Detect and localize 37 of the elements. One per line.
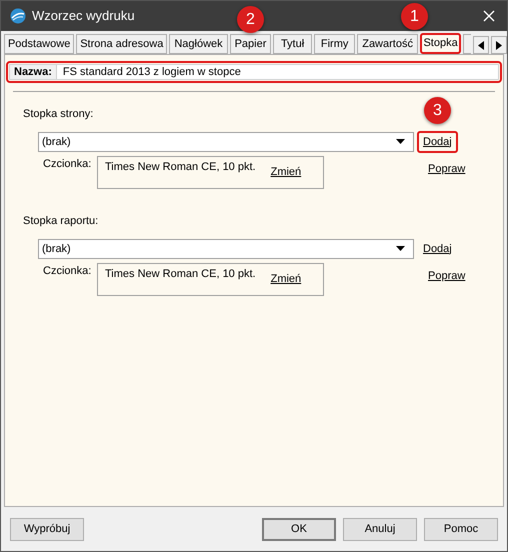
tab-scroll-left-button[interactable] (473, 36, 490, 54)
right-triangle-icon (496, 40, 502, 50)
tab[interactable]: Tytuł (273, 34, 312, 54)
name-input[interactable]: FS standard 2013 z logiem w stopce (56, 64, 499, 80)
tab[interactable]: Podstawowe (4, 34, 74, 54)
tab[interactable]: Strona adresowa (76, 34, 168, 54)
font-label: Czcionka: (43, 157, 92, 172)
tab[interactable]: Papier (230, 34, 272, 54)
tab[interactable]: Firmy (314, 34, 356, 54)
app-logo-icon (10, 8, 26, 24)
tab-scroll-right-button[interactable] (491, 36, 507, 54)
font-name: Times New Roman CE, 10 pkt. (105, 267, 256, 282)
font-name: Times New Roman CE, 10 pkt. (105, 160, 256, 175)
name-label: Nazwa: (9, 64, 57, 80)
dropdown-arrow-icon (396, 246, 405, 252)
edit-link[interactable]: Popraw (428, 161, 466, 178)
try-button[interactable]: Wypróbuj (10, 518, 84, 541)
change-font-link[interactable]: Zmień (270, 164, 302, 180)
dropdown-arrow-icon (396, 139, 405, 144)
tab[interactable]: Stopka (420, 33, 462, 54)
dropdown-field[interactable]: (brak) (38, 132, 414, 152)
left-triangle-icon (478, 40, 484, 50)
dialog-button[interactable]: OK (262, 518, 336, 541)
section-title: Stopka raportu: (23, 214, 98, 229)
edit-link[interactable]: Popraw (428, 268, 466, 284)
font-label: Czcionka: (43, 264, 92, 279)
tab[interactable]: Nagłówek (169, 34, 228, 54)
close-icon[interactable] (483, 10, 495, 22)
change-font-link[interactable]: Zmień (270, 271, 302, 288)
dialog-button[interactable]: Anuluj (343, 518, 417, 541)
section-title: Stopka strony: (23, 107, 94, 122)
window-title: Wzorzec wydruku (32, 7, 135, 26)
add-link[interactable]: Dodaj (417, 238, 458, 260)
add-link[interactable]: Dodaj (417, 130, 458, 153)
tab[interactable]: Zawartość (357, 34, 418, 54)
dropdown-field[interactable]: (brak) (38, 238, 414, 259)
dialog-button[interactable]: Pomoc (424, 518, 498, 541)
